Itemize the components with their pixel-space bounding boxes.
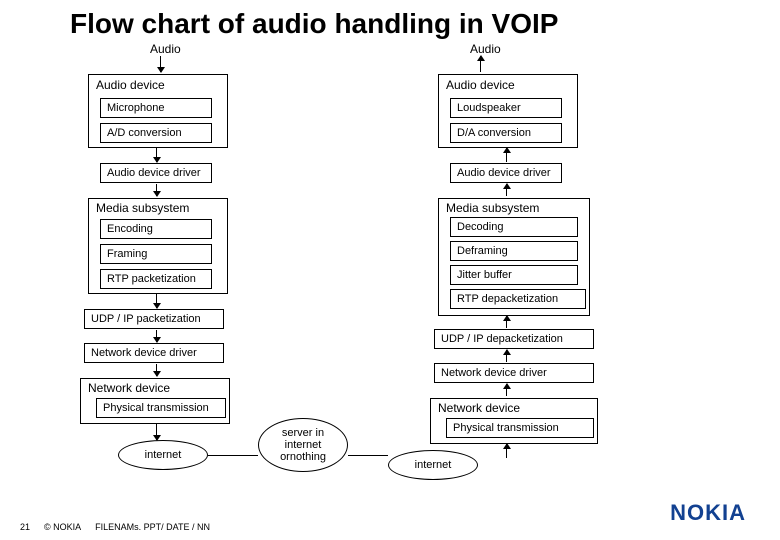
arrow-icon [506, 184, 507, 196]
arrow-icon [156, 424, 157, 440]
deframing-box: Deframing [450, 241, 578, 261]
dac-box: D/A conversion [450, 123, 562, 143]
right-audio-device-label: Audio device [446, 78, 515, 92]
left-udp-box: UDP / IP packetization [84, 309, 224, 329]
arrow-icon [156, 330, 157, 342]
nokia-logo: NOKIA [670, 500, 746, 526]
left-media-label: Media subsystem [96, 201, 189, 215]
right-driver-box: Audio device driver [450, 163, 562, 183]
page-title: Flow chart of audio handling in VOIP [70, 8, 558, 40]
microphone-box: Microphone [100, 98, 212, 118]
arrow-icon [156, 184, 157, 196]
filename: FILENAMs. PPT/ DATE / NN [95, 522, 210, 532]
right-phys-box: Physical transmission [446, 418, 594, 438]
right-internet-cloud: internet [388, 450, 478, 480]
connector-line [348, 455, 388, 456]
decoding-box: Decoding [450, 217, 578, 237]
right-netdriver-box: Network device driver [434, 363, 594, 383]
arrow-icon [506, 148, 507, 162]
right-netdevice-label: Network device [438, 401, 520, 415]
framing-box: Framing [100, 244, 212, 264]
left-internet-cloud: internet [118, 440, 208, 470]
copyright: © NOKIA [44, 522, 81, 532]
encoding-box: Encoding [100, 219, 212, 239]
arrow-icon [506, 444, 507, 458]
arrow-icon [156, 294, 157, 308]
arrow-icon [156, 364, 157, 376]
left-netdevice-label: Network device [88, 381, 170, 395]
rtp-box: RTP packetization [100, 269, 212, 289]
jitter-box: Jitter buffer [450, 265, 578, 285]
left-phys-box: Physical transmission [96, 398, 226, 418]
right-audio-label: Audio [470, 42, 501, 56]
arrow-icon [160, 56, 161, 72]
arrow-icon [480, 56, 481, 72]
left-audio-label: Audio [150, 42, 181, 56]
footer: 21 © NOKIA FILENAMs. PPT/ DATE / NN [20, 522, 210, 532]
right-media-label: Media subsystem [446, 201, 539, 215]
left-netdriver-box: Network device driver [84, 343, 224, 363]
connector-line [208, 455, 258, 456]
page-number: 21 [20, 522, 30, 532]
arrow-icon [506, 350, 507, 362]
arrow-icon [506, 316, 507, 328]
center-server-cloud: server in internet ornothing [258, 418, 348, 472]
rtpd-box: RTP depacketization [450, 289, 586, 309]
right-udp-box: UDP / IP depacketization [434, 329, 594, 349]
left-audio-device-label: Audio device [96, 78, 165, 92]
adc-box: A/D conversion [100, 123, 212, 143]
arrow-icon [156, 148, 157, 162]
left-driver-box: Audio device driver [100, 163, 212, 183]
arrow-icon [506, 384, 507, 396]
loudspeaker-box: Loudspeaker [450, 98, 562, 118]
